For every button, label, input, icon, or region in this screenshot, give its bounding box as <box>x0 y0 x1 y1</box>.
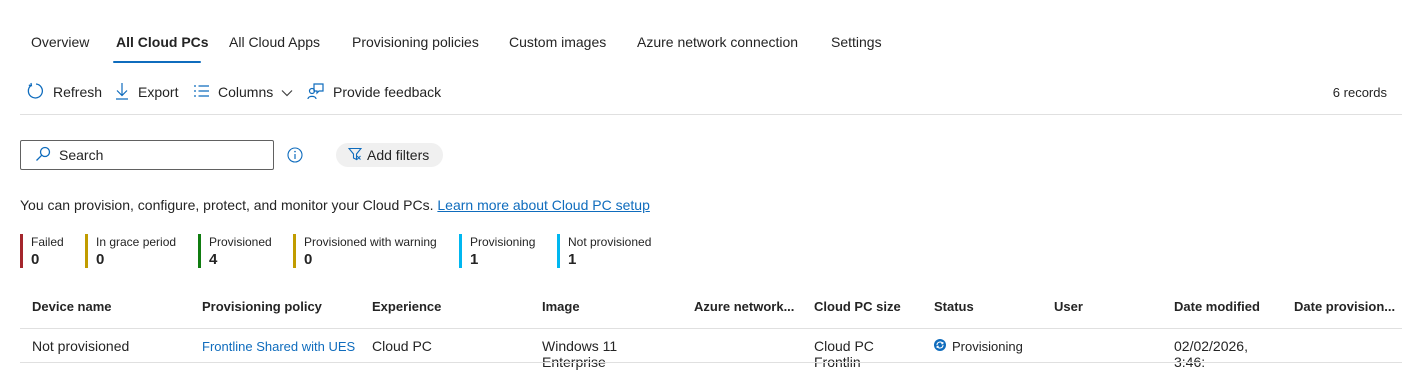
status-failed: Failed 0 <box>20 234 64 268</box>
status-text: Provisioning <box>952 339 1023 354</box>
column-header-image[interactable]: Image <box>542 299 580 314</box>
status-color-bar <box>198 234 201 268</box>
search-box[interactable] <box>20 140 274 170</box>
active-tab-indicator <box>113 61 201 63</box>
tab-all-cloud-apps[interactable]: All Cloud Apps <box>229 34 320 50</box>
status-label: Failed <box>31 235 64 249</box>
column-header-cloud-pc-size[interactable]: Cloud PC size <box>814 299 901 314</box>
table-row-divider <box>20 362 1402 363</box>
columns-button[interactable]: Columns <box>193 82 293 102</box>
tab-settings[interactable]: Settings <box>831 34 882 50</box>
cell-device-name: Not provisioned <box>32 338 130 354</box>
cell-image: Windows 11 Enterprise <box>542 338 618 370</box>
filter-icon <box>347 147 363 164</box>
provide-feedback-button[interactable]: Provide feedback <box>307 82 441 102</box>
status-count: 0 <box>304 251 313 268</box>
status-count: 4 <box>209 251 218 268</box>
status-count: 0 <box>96 251 105 268</box>
search-input[interactable] <box>59 147 259 163</box>
cell-date-modified: 02/02/2026, 3:46: <box>1174 338 1248 370</box>
download-icon <box>114 82 130 103</box>
status-color-bar <box>85 234 88 268</box>
learn-more-link[interactable]: Learn more about Cloud PC setup <box>437 197 649 213</box>
tab-azure-network-connection[interactable]: Azure network connection <box>637 34 798 50</box>
status-not-provisioned: Not provisioned 1 <box>557 234 651 268</box>
status-provisioned-with-warning: Provisioned with warning 0 <box>293 234 437 268</box>
column-header-device-name[interactable]: Device name <box>32 299 112 314</box>
status-count: 1 <box>470 251 479 268</box>
refresh-button[interactable]: Refresh <box>27 82 102 102</box>
provisioning-sync-icon <box>934 339 946 354</box>
tab-custom-images[interactable]: Custom images <box>509 34 606 50</box>
feedback-label: Provide feedback <box>333 84 442 100</box>
refresh-label: Refresh <box>53 84 103 100</box>
status-provisioning: Provisioning 1 <box>459 234 535 268</box>
add-filters-label: Add filters <box>367 147 430 163</box>
status-provisioned: Provisioned 4 <box>198 234 272 268</box>
column-header-provisioning-policy[interactable]: Provisioning policy <box>202 299 322 314</box>
column-header-experience[interactable]: Experience <box>372 299 441 314</box>
table-header-divider <box>20 328 1402 329</box>
status-color-bar <box>557 234 560 268</box>
export-label: Export <box>138 84 179 100</box>
columns-list-icon <box>193 84 210 101</box>
status-color-bar <box>293 234 296 268</box>
cell-status: Provisioning <box>934 339 1046 354</box>
chevron-down-icon <box>281 84 293 100</box>
status-count: 1 <box>568 251 577 268</box>
cell-provisioning-policy-link[interactable]: Frontline Shared with UES <box>202 339 367 354</box>
add-filters-button[interactable]: Add filters <box>336 143 444 167</box>
export-button[interactable]: Export <box>114 82 178 102</box>
cell-cloud-pc-size: Cloud PC Frontlin <box>814 338 874 370</box>
status-label: Provisioned with warning <box>304 235 437 249</box>
search-icon <box>35 146 51 165</box>
feedback-person-icon <box>307 82 325 103</box>
description-text: You can provision, configure, protect, a… <box>20 197 434 213</box>
status-in-grace-period: In grace period 0 <box>85 234 176 268</box>
status-label: Provisioning <box>470 235 536 249</box>
tab-overview[interactable]: Overview <box>31 34 89 50</box>
status-label: Provisioned <box>209 235 272 249</box>
column-header-date-modified[interactable]: Date modified <box>1174 299 1260 314</box>
toolbar-divider <box>20 114 1402 115</box>
refresh-icon <box>27 82 45 103</box>
status-label: In grace period <box>96 235 177 249</box>
tab-provisioning-policies[interactable]: Provisioning policies <box>352 34 479 50</box>
description: You can provision, configure, protect, a… <box>20 197 650 213</box>
cell-experience: Cloud PC <box>372 338 432 354</box>
column-header-user[interactable]: User <box>1054 299 1083 314</box>
column-header-azure-network[interactable]: Azure network... <box>694 299 794 314</box>
tab-all-cloud-pcs[interactable]: All Cloud PCs <box>116 34 209 50</box>
status-label: Not provisioned <box>568 235 652 249</box>
status-color-bar <box>20 234 23 268</box>
status-count: 0 <box>31 251 40 268</box>
columns-label: Columns <box>218 84 274 100</box>
column-header-status[interactable]: Status <box>934 299 974 314</box>
info-icon[interactable] <box>287 147 303 166</box>
status-color-bar <box>459 234 462 268</box>
records-count: 6 records <box>1332 85 1387 100</box>
column-header-date-provisioned[interactable]: Date provision... <box>1294 299 1395 314</box>
